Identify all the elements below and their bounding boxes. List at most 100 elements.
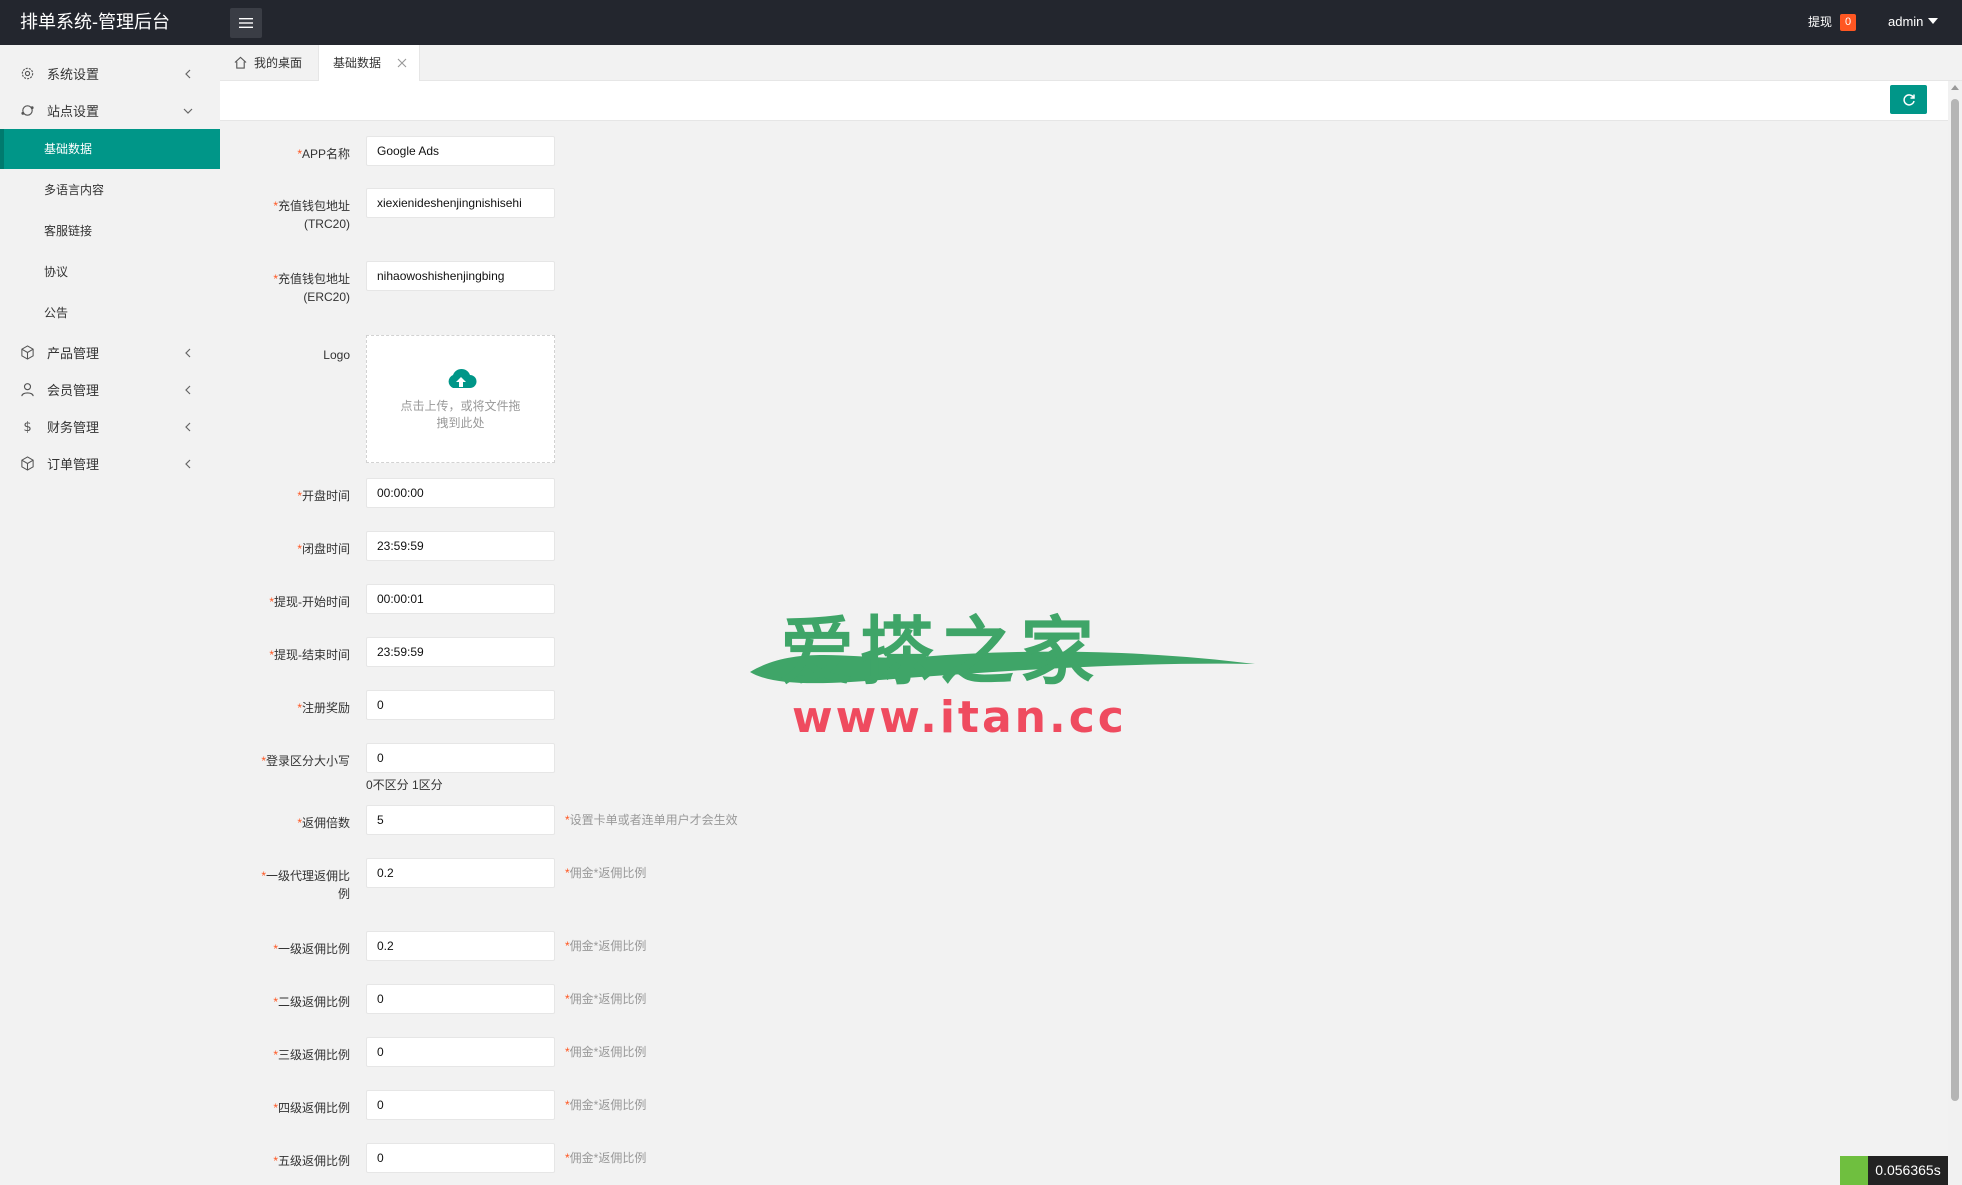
- field-label: *一级返佣比例: [273, 942, 350, 956]
- watermark: 爱搽之家 www.itan.cc: [740, 592, 1260, 743]
- sidebar-item-label: 站点设置: [47, 104, 100, 119]
- field-label: Logo: [323, 348, 350, 362]
- sidebar-subitem-notice[interactable]: 公告: [0, 293, 220, 333]
- watermark-text: 爱搽之家: [780, 609, 1100, 695]
- app-title: 排单系统-管理后台: [20, 12, 170, 32]
- caret-down-icon[interactable]: [1928, 18, 1938, 24]
- field-hint: *佣金*返佣比例: [565, 939, 647, 953]
- home-icon: [234, 56, 247, 69]
- upload-hint: 点击上传，或将文件拖拽到此处: [400, 399, 521, 430]
- watermark-url: www.itan.cc: [792, 692, 1127, 743]
- sidebar-item-label: 会员管理: [47, 383, 100, 398]
- scroll-thumb[interactable]: [1951, 99, 1959, 1101]
- sidebar-subitem-agreement[interactable]: 协议: [0, 252, 220, 292]
- menu-toggle-button[interactable]: [230, 8, 262, 38]
- page-timer: 0.056365s: [1868, 1156, 1948, 1185]
- tab-label: 我的桌面: [254, 56, 303, 70]
- sidebar-item-members[interactable]: 会员管理: [0, 371, 220, 408]
- tab-bar: 我的桌面 基础数据: [220, 45, 1962, 81]
- login-case-note: 0不区分 1区分: [366, 778, 443, 792]
- field-label: *返佣倍数: [297, 816, 350, 830]
- field-label: *充值钱包地址 (ERC20): [273, 272, 350, 304]
- chevron-down-icon: [183, 108, 193, 114]
- field-label: *五级返佣比例: [273, 1154, 350, 1168]
- dollar-icon: $: [19, 419, 35, 435]
- chevron-left-icon: [185, 459, 191, 468]
- gear-icon: [19, 66, 35, 82]
- trc20-address-input[interactable]: [366, 188, 555, 218]
- sidebar-subitem-basic-data[interactable]: 基础数据: [4, 129, 220, 169]
- open-time-input[interactable]: [366, 478, 555, 508]
- sidebar-subitem-languages[interactable]: 多语言内容: [0, 170, 220, 210]
- top-header: 排单系统-管理后台 提现 0 admin: [0, 0, 1962, 45]
- rebate1-input[interactable]: [366, 931, 555, 961]
- close-icon[interactable]: [397, 58, 407, 68]
- rebate3-input[interactable]: [366, 1037, 555, 1067]
- chevron-left-icon: [185, 69, 191, 78]
- user-icon: [19, 382, 35, 398]
- field-label: *充值钱包地址 (TRC20): [273, 199, 350, 231]
- refresh-button[interactable]: [1890, 85, 1927, 114]
- field-label: *四级返佣比例: [273, 1101, 350, 1115]
- sidebar-item-system-settings[interactable]: 系统设置: [0, 55, 220, 92]
- svg-text:$: $: [23, 420, 31, 434]
- cube-icon: [19, 345, 35, 361]
- field-hint: *佣金*返佣比例: [565, 992, 647, 1006]
- sidebar-item-label: 系统设置: [47, 67, 100, 82]
- site-icon: [19, 103, 35, 119]
- rebate2-input[interactable]: [366, 984, 555, 1014]
- scroll-up-icon[interactable]: [1951, 85, 1959, 90]
- rebate-multiple-input[interactable]: [366, 805, 555, 835]
- withdraw-end-input[interactable]: [366, 637, 555, 667]
- rebate4-input[interactable]: [366, 1090, 555, 1120]
- debug-logo-icon[interactable]: [1840, 1156, 1868, 1185]
- sidebar-subitem-service-link[interactable]: 客服链接: [0, 211, 220, 251]
- field-label: *注册奖励: [297, 701, 350, 715]
- hamburger-icon: [239, 18, 253, 28]
- withdraw-start-input[interactable]: [366, 584, 555, 614]
- logo-upload-area[interactable]: 点击上传，或将文件拖拽到此处: [366, 335, 555, 463]
- rebate5-input[interactable]: [366, 1143, 555, 1173]
- erc20-address-input[interactable]: [366, 261, 555, 291]
- field-label: *二级返佣比例: [273, 995, 350, 1009]
- field-hint: *佣金*返佣比例: [565, 1151, 647, 1165]
- chevron-left-icon: [185, 385, 191, 394]
- scrollbar[interactable]: [1948, 81, 1962, 1185]
- sidebar-item-label: 订单管理: [47, 457, 100, 472]
- login-case-input[interactable]: [366, 743, 555, 773]
- user-menu[interactable]: admin: [1888, 0, 1923, 45]
- agent1-rebate-input[interactable]: [366, 858, 555, 888]
- close-time-input[interactable]: [366, 531, 555, 561]
- refresh-icon: [1902, 93, 1915, 106]
- sidebar-item-finance[interactable]: $ 财务管理: [0, 408, 220, 445]
- field-label: *登录区分大小写: [261, 754, 350, 768]
- sidebar-item-label: 产品管理: [47, 346, 100, 361]
- chevron-left-icon: [185, 348, 191, 357]
- withdraw-count-badge: 0: [1840, 14, 1856, 31]
- field-label: *闭盘时间: [297, 542, 350, 556]
- chevron-left-icon: [185, 422, 191, 431]
- field-label: *三级返佣比例: [273, 1048, 350, 1062]
- cloud-upload-icon: [448, 368, 476, 388]
- field-label: *一级代理返佣比例: [261, 869, 350, 901]
- tab-label: 基础数据: [333, 56, 382, 70]
- sidebar-item-products[interactable]: 产品管理: [0, 334, 220, 371]
- sidebar-item-label: 财务管理: [47, 420, 100, 435]
- field-hint: *佣金*返佣比例: [565, 1045, 647, 1059]
- sidebar-item-orders[interactable]: 订单管理: [0, 445, 220, 482]
- field-label: *提现-开始时间: [269, 595, 350, 609]
- tab-home[interactable]: 我的桌面: [234, 45, 302, 81]
- register-bonus-input[interactable]: [366, 690, 555, 720]
- cube-icon: [19, 456, 35, 472]
- field-hint: *设置卡单或者连单用户才会生效: [565, 813, 738, 827]
- field-label: *开盘时间: [297, 489, 350, 503]
- sidebar: 系统设置 站点设置 基础数据 多语言内容 客服链接 协议 公告 产品管理 会员管…: [0, 45, 220, 1185]
- app-name-input[interactable]: [366, 136, 555, 166]
- withdraw-link[interactable]: 提现: [1808, 0, 1832, 45]
- sidebar-item-site-settings[interactable]: 站点设置: [0, 92, 220, 129]
- tab-basic-data[interactable]: 基础数据: [318, 45, 420, 81]
- content-toolbar: [220, 81, 1948, 121]
- field-label: *提现-结束时间: [269, 648, 350, 662]
- field-label: *APP名称: [297, 147, 350, 161]
- field-hint: *佣金*返佣比例: [565, 1098, 647, 1112]
